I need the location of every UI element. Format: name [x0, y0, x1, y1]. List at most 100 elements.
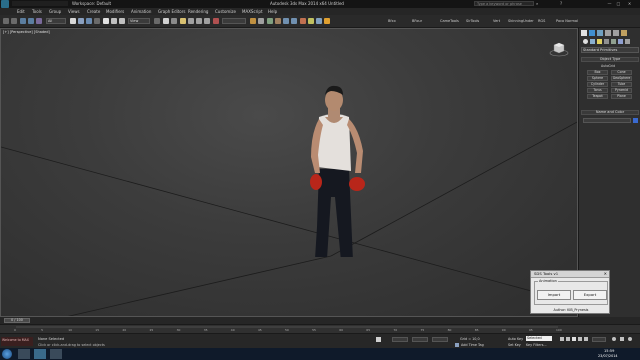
cameras-icon[interactable]	[604, 39, 609, 44]
perspective-viewport[interactable]: [+] [Perspective] [Shaded]	[0, 28, 578, 317]
named-selection-sets-dropdown[interactable]	[222, 18, 246, 24]
name-and-color-rollout[interactable]: Name and Color	[581, 110, 639, 115]
menu-rendering[interactable]: Rendering	[188, 9, 208, 14]
menu-tools[interactable]: Tools	[32, 9, 42, 14]
menu-maxscript[interactable]: MAXScript	[242, 9, 263, 14]
rendered-frame-window-icon[interactable]	[316, 18, 322, 24]
space-warps-icon[interactable]	[618, 39, 623, 44]
maximize-button[interactable]: □	[615, 1, 622, 6]
undo-icon[interactable]	[3, 18, 9, 24]
menu-help[interactable]: Help	[268, 9, 277, 14]
rotate-icon[interactable]	[111, 18, 117, 24]
play-icon[interactable]	[572, 337, 576, 341]
keyboard-shortcut-icon[interactable]	[171, 18, 177, 24]
go-to-start-icon[interactable]	[560, 337, 564, 341]
zoom-icon[interactable]	[612, 337, 616, 341]
pivot-center-icon[interactable]	[154, 18, 160, 24]
orbit-icon[interactable]	[628, 337, 632, 341]
search-input[interactable]: Type a keyword or phrase	[474, 1, 534, 6]
link-icon[interactable]	[20, 18, 26, 24]
schematic-view-icon[interactable]	[291, 18, 297, 24]
lights-icon[interactable]	[597, 39, 602, 44]
redo-icon[interactable]	[11, 18, 17, 24]
motion-tab-icon[interactable]	[605, 30, 611, 36]
spinner-snap-icon[interactable]	[204, 18, 210, 24]
menu-customize[interactable]: Customize	[215, 9, 236, 14]
plane-button[interactable]: Plane	[611, 94, 632, 99]
reference-coordinate-dropdown[interactable]: View	[128, 18, 150, 24]
export-button[interactable]: Export	[573, 290, 607, 300]
display-tab-icon[interactable]	[613, 30, 619, 36]
cone-button[interactable]: Cone	[611, 70, 632, 75]
add-time-tag-button[interactable]: Add Time Tag	[461, 343, 484, 347]
render-production-icon[interactable]	[324, 18, 330, 24]
lock-selection-icon[interactable]	[376, 337, 381, 342]
object-color-swatch[interactable]	[633, 118, 638, 123]
current-frame-field[interactable]	[592, 337, 606, 342]
key-filters-button[interactable]: Key Filters...	[526, 343, 547, 347]
tab-cametools[interactable]: CameTools	[440, 19, 459, 23]
unlink-icon[interactable]	[28, 18, 34, 24]
close-icon[interactable]: ✕	[604, 271, 607, 277]
track-bar[interactable]: 0 5 10 15 20 25 30 35 40 45 50 55 60 65 70 75 80 85 90 95 10…	[0, 324, 640, 333]
x-coordinate-field[interactable]	[392, 337, 408, 342]
viewcube-icon[interactable]	[549, 39, 569, 59]
previous-frame-icon[interactable]	[566, 337, 570, 341]
menu-animation[interactable]: Animation	[131, 9, 151, 14]
object-name-field[interactable]	[583, 118, 631, 123]
modify-tab-icon[interactable]	[589, 30, 595, 36]
material-editor-icon[interactable]	[300, 18, 306, 24]
workspace-selector[interactable]: Workspace: Default	[72, 1, 111, 6]
percent-snap-icon[interactable]	[196, 18, 202, 24]
teapot-button[interactable]: Teapot	[587, 94, 608, 99]
pyramid-button[interactable]: Pyramid	[611, 88, 632, 93]
graphite-ribbon-icon[interactable]	[275, 18, 281, 24]
menu-modifiers[interactable]: Modifiers	[106, 9, 124, 14]
autogrid-checkbox[interactable]: AutoGrid	[601, 64, 615, 68]
taskbar-app-explorer-icon[interactable]	[18, 349, 30, 359]
menu-graph-editors[interactable]: Graph Editors	[158, 9, 185, 14]
create-tab-icon[interactable]	[581, 30, 587, 36]
snaps-toggle-icon[interactable]	[180, 18, 186, 24]
window-crossing-icon[interactable]	[94, 18, 100, 24]
tab-bfxx[interactable]: Bfxx	[388, 19, 396, 23]
taskbar-app-3dsmax-icon[interactable]	[34, 349, 46, 359]
tab-rgs[interactable]: RGS	[538, 19, 545, 23]
clock-date[interactable]: 23/07/2014	[598, 354, 618, 358]
menu-views[interactable]: Views	[68, 9, 80, 14]
angle-snap-icon[interactable]	[188, 18, 194, 24]
named-selection-icon[interactable]	[213, 18, 219, 24]
menu-edit[interactable]: Edit	[17, 9, 25, 14]
helpers-icon[interactable]	[611, 39, 616, 44]
tab-vert[interactable]: Vert	[493, 19, 500, 23]
select-manipulate-icon[interactable]	[163, 18, 169, 24]
add-time-tag-icon[interactable]	[455, 343, 459, 347]
tab-bfour[interactable]: BFour	[412, 19, 422, 23]
scale-icon[interactable]	[119, 18, 125, 24]
render-setup-icon[interactable]	[308, 18, 314, 24]
sphere-button[interactable]: Sphere	[587, 76, 608, 81]
box-button[interactable]: Box	[587, 70, 608, 75]
layer-manager-icon[interactable]	[267, 18, 273, 24]
pan-icon[interactable]	[620, 337, 624, 341]
hierarchy-tab-icon[interactable]	[597, 30, 603, 36]
minimize-button[interactable]: —	[606, 1, 613, 6]
auto-key-button[interactable]: Auto Key	[508, 337, 523, 341]
set-key-selected-dropdown[interactable]: Selected	[526, 336, 552, 341]
next-frame-icon[interactable]	[578, 337, 582, 341]
tab-sirtools[interactable]: SirTools	[466, 19, 479, 23]
menu-group[interactable]: Group	[49, 9, 61, 14]
character-model[interactable]	[297, 67, 377, 257]
geometry-icon[interactable]	[583, 39, 588, 44]
object-category-dropdown[interactable]: Standard Primitives	[581, 47, 639, 53]
import-button[interactable]: Import	[537, 290, 571, 300]
systems-icon[interactable]	[625, 39, 630, 44]
close-button[interactable]: ✕	[626, 1, 633, 6]
taskbar-app-browser-icon[interactable]	[50, 349, 62, 359]
maxscript-listener-field[interactable]: Welcome to MAX	[1, 337, 33, 346]
app-logo-icon[interactable]	[1, 0, 9, 8]
rectangular-selection-icon[interactable]	[86, 18, 92, 24]
curve-editor-icon[interactable]	[283, 18, 289, 24]
quick-access-toolbar[interactable]	[12, 1, 68, 6]
start-button[interactable]	[2, 349, 12, 359]
